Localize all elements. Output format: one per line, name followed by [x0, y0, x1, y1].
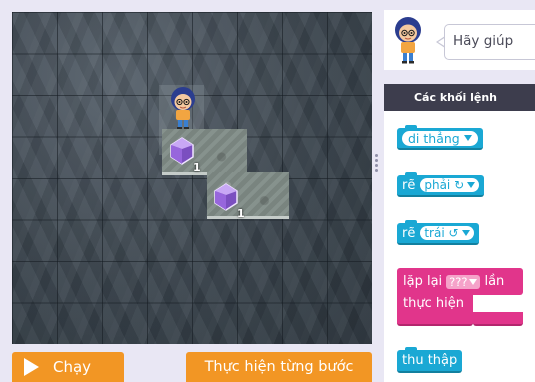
block-turn-left[interactable]: rẽ trái ↺ — [397, 220, 479, 245]
block-repeat-loop[interactable]: lặp lại ??? lần thực hiện — [397, 268, 523, 326]
turn-right-prefix: rẽ — [402, 177, 416, 193]
repeat-count-dropdown[interactable]: ??? — [446, 274, 481, 289]
repeat-suffix: lần — [484, 274, 505, 289]
dropdown-arrow-icon — [469, 278, 478, 285]
crystal-icon — [170, 137, 194, 165]
block-move-forward[interactable]: di thẳng — [397, 125, 483, 150]
run-button-label: Chạy — [53, 358, 92, 376]
toolbox-title: Các khối lệnh — [413, 91, 498, 104]
crystal-icon — [214, 183, 238, 211]
repeat-block-footer — [473, 312, 523, 326]
dropdown-arrow-icon — [467, 182, 476, 188]
toolbox-header: Các khối lệnh — [384, 84, 535, 111]
repeat-block-header: lặp lại ??? lần — [397, 268, 523, 295]
repeat-do-label: thực hiện — [403, 296, 464, 311]
turn-right-option: phải ↻ — [424, 178, 465, 192]
move-forward-dropdown[interactable]: di thẳng — [402, 130, 478, 146]
panel-resize-handle[interactable] — [375, 152, 379, 176]
turn-right-dropdown[interactable]: phải ↻ — [420, 178, 480, 192]
step-button[interactable]: Thực hiện từng bước — [186, 352, 372, 382]
crystal-count: 1 — [237, 207, 245, 220]
turn-left-prefix: rẽ — [402, 225, 416, 241]
move-forward-label: di thẳng — [408, 130, 460, 146]
step-button-label: Thực hiện từng bước — [204, 359, 354, 375]
instructions-panel: Hãy giúp — [384, 10, 535, 70]
play-icon — [24, 358, 39, 376]
block-toolbox — [384, 111, 535, 382]
game-maze: 1 1 — [12, 12, 372, 344]
block-turn-right[interactable]: rẽ phải ↻ — [397, 172, 485, 197]
repeat-prefix: lặp lại — [403, 274, 443, 289]
turn-left-option: trái ↺ — [424, 226, 459, 240]
turn-left-dropdown[interactable]: trái ↺ — [420, 226, 474, 240]
instruction-bubble: Hãy giúp — [444, 24, 535, 60]
run-button[interactable]: Chạy — [12, 352, 124, 382]
player-character-icon — [171, 87, 195, 129]
repeat-count-value: ??? — [449, 274, 468, 289]
block-collect[interactable]: thu thập — [397, 347, 463, 373]
dropdown-arrow-icon — [463, 135, 472, 141]
crystal-count: 1 — [193, 161, 201, 174]
dropdown-arrow-icon — [461, 230, 470, 236]
character-avatar-icon — [395, 17, 421, 64]
grid-lines — [12, 12, 372, 344]
collect-label: thu thập — [402, 353, 458, 368]
instruction-text: Hãy giúp — [453, 33, 514, 49]
